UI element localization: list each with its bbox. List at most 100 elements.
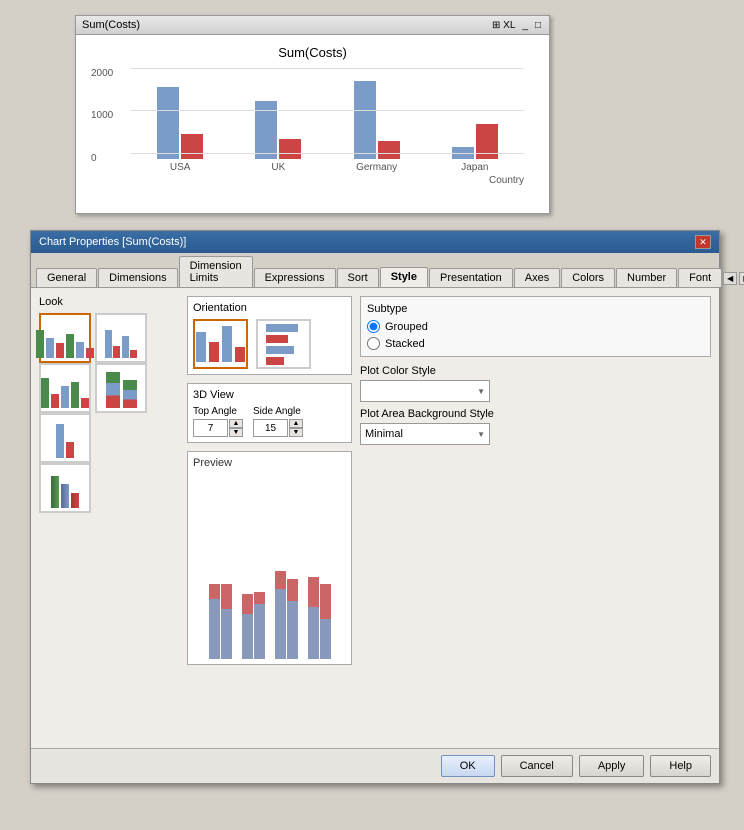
tab-font[interactable]: Font [678,268,722,287]
cancel-button[interactable]: Cancel [501,755,573,777]
look-item-1[interactable] [39,313,91,363]
middle-panel: Orientation [187,296,352,740]
right-panel: Subtype Grouped Stacked Plot Color Style [360,296,711,740]
look-item-6[interactable] [39,463,91,513]
dialog-close-button[interactable]: ✕ [695,235,711,249]
dialog-body: Look [31,288,719,748]
plot-bg-arrow: ▼ [477,430,485,439]
orientation-title: Orientation [193,302,346,314]
chart-content: Sum(Costs) 2000 1000 0 USA [76,35,549,213]
bar-usa-blue [157,87,179,159]
y-label-1000: 1000 [91,110,113,121]
side-angle-label: Side Angle [253,406,303,417]
tab-axes[interactable]: Axes [514,268,560,287]
preview-group-3 [275,571,298,659]
y-label-0: 0 [91,153,97,164]
ok-button[interactable]: OK [441,755,495,777]
subtype-radio-group: Grouped Stacked [367,320,704,350]
x-label-germany: Germany [356,162,397,173]
help-button[interactable]: Help [650,755,711,777]
dialog-titlebar: Chart Properties [Sum(Costs)] ✕ [31,231,719,253]
side-angle-down[interactable]: ▼ [289,428,303,437]
view-3d-title: 3D View [193,389,346,401]
look-row-1 [39,313,179,363]
chart-window-title: Sum(Costs) [82,19,140,31]
tab-expressions[interactable]: Expressions [254,268,336,287]
plot-color-dropdown[interactable]: ▼ [360,380,490,402]
orientation-vertical[interactable] [193,319,248,369]
subtype-stacked-label: Stacked [385,338,425,350]
tab-colors[interactable]: Colors [561,268,615,287]
subtype-stacked[interactable]: Stacked [367,337,704,350]
chart-minimize-icon[interactable]: _ [520,20,530,31]
plot-bg-dropdown[interactable]: Minimal ▼ [360,423,490,445]
tab-sort[interactable]: Sort [337,268,379,287]
look-item-2[interactable] [95,313,147,363]
top-angle-input[interactable] [193,419,228,437]
y-label-2000: 2000 [91,68,113,79]
apply-button[interactable]: Apply [579,755,645,777]
view-3d-row: Top Angle ▲ ▼ Side Angle [193,406,346,437]
side-angle-group: Side Angle ▲ ▼ [253,406,303,437]
subtype-grouped[interactable]: Grouped [367,320,704,333]
dialog-title: Chart Properties [Sum(Costs)] [39,236,186,248]
subtype-grouped-label: Grouped [385,321,428,333]
look-row-4 [39,463,179,513]
tab-scroll-buttons: ◀ ▶ [723,272,744,287]
top-angle-up[interactable]: ▲ [229,419,243,428]
look-item-4[interactable] [95,363,147,413]
chart-xl-icon[interactable]: ⊞ XL [490,20,517,31]
tab-dimensions[interactable]: Dimensions [98,268,177,287]
x-label-japan: Japan [461,162,488,173]
look-panel: Look [39,296,179,740]
chart-close-icon[interactable]: □ [533,20,543,31]
tab-scroll-left[interactable]: ◀ [723,272,737,285]
look-label: Look [39,296,179,308]
orientation-horizontal[interactable] [256,319,311,369]
side-angle-up[interactable]: ▲ [289,419,303,428]
preview-group-1 [209,584,232,659]
preview-chart-area [193,474,346,659]
look-item-5[interactable] [39,413,91,463]
look-item-3[interactable] [39,363,91,413]
look-row-3 [39,413,179,463]
tab-general[interactable]: General [36,268,97,287]
tabs-bar: General Dimensions Dimension Limits Expr… [31,253,719,288]
tab-style[interactable]: Style [380,267,428,287]
chart-titlebar: Sum(Costs) ⊞ XL _ □ [76,16,549,35]
bar-germany-blue [354,81,376,159]
x-label-uk: UK [271,162,285,173]
view-3d-section: 3D View Top Angle ▲ ▼ Side Angl [187,383,352,443]
plot-bg-value: Minimal [365,428,403,440]
orientation-options [193,319,346,369]
orientation-section: Orientation [187,296,352,375]
tab-number[interactable]: Number [616,268,677,287]
top-angle-label: Top Angle [193,406,243,417]
side-angle-input[interactable] [253,419,288,437]
top-angle-down[interactable]: ▼ [229,428,243,437]
dialog-footer: OK Cancel Apply Help [31,748,719,783]
bar-germany-red [378,141,400,159]
chart-window: Sum(Costs) ⊞ XL _ □ Sum(Costs) 2000 1000… [75,15,550,214]
chart-properties-dialog: Chart Properties [Sum(Costs)] ✕ General … [30,230,720,784]
chart-titlebar-icons: ⊞ XL _ □ [490,20,543,31]
look-row-2 [39,363,179,413]
x-label-usa: USA [170,162,191,173]
tab-presentation[interactable]: Presentation [429,268,513,287]
tab-dimension-limits[interactable]: Dimension Limits [179,256,253,287]
plot-color-label: Plot Color Style [360,365,711,377]
plot-bg-section: Plot Area Background Style Minimal ▼ [360,408,711,445]
x-axis-title: Country [131,175,524,186]
preview-group-4 [308,577,331,659]
preview-group-2 [242,592,265,659]
bar-usa-red [181,134,203,159]
bar-uk-red [279,139,301,159]
tab-scroll-right[interactable]: ▶ [739,272,744,285]
subtype-title: Subtype [367,303,704,315]
plot-bg-label: Plot Area Background Style [360,408,711,420]
preview-label: Preview [193,457,346,469]
plot-color-style-section: Plot Color Style ▼ [360,365,711,402]
subtype-section: Subtype Grouped Stacked [360,296,711,357]
chart-main-title: Sum(Costs) [91,45,534,60]
top-angle-group: Top Angle ▲ ▼ [193,406,243,437]
